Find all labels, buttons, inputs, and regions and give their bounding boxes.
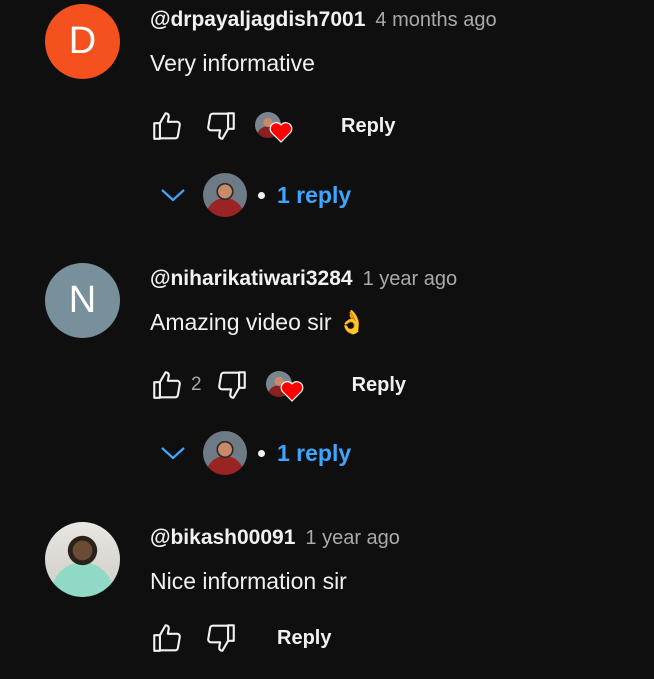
thumb-down-icon [217,371,246,399]
avatar[interactable]: D [45,4,120,79]
thumb-up-icon [153,112,181,140]
dislike-button[interactable] [201,106,241,146]
thumb-down-icon [207,112,235,140]
avatar[interactable]: N [45,263,120,338]
creator-heart-badge [255,106,295,146]
comment-header: @drpayaljagdish7001 4 months ago [150,8,497,32]
comment-text: Nice information sir [150,568,347,594]
reply-count: 1 reply [277,181,352,208]
timestamp[interactable]: 4 months ago [375,9,496,32]
reply-count: 1 reply [277,439,352,466]
comments-section: D @drpayaljagdish7001 4 months ago Very … [0,0,654,679]
dislike-button[interactable] [201,618,241,658]
reply-button[interactable]: Reply [352,374,406,397]
separator-dot [258,449,265,457]
author-name[interactable]: @niharikatiwari3284 [150,267,353,291]
chevron-down-icon [158,180,188,210]
reply-button[interactable]: Reply [341,115,395,138]
creator-heart-badge [265,365,306,405]
comment-actions: Reply [147,618,331,658]
comment-text: Very informative [150,50,315,76]
timestamp[interactable]: 1 year ago [363,268,458,291]
avatar-letter: N [68,279,97,321]
author-name[interactable]: @drpayaljagdish7001 [150,8,365,32]
chevron-down-icon [158,438,188,468]
reply-button[interactable]: Reply [277,627,331,650]
like-button[interactable] [147,365,187,405]
comment-header: @bikash00091 1 year ago [150,526,400,550]
dislike-button[interactable] [212,365,252,405]
reply-author-avatar [203,431,247,475]
comment-header: @niharikatiwari3284 1 year ago [150,267,457,291]
separator-dot [258,191,265,199]
author-name[interactable]: @bikash00091 [150,526,295,550]
heart-icon [269,122,293,143]
comment-actions: 2 Reply [147,365,406,405]
avatar[interactable] [45,522,120,597]
comment-text: Amazing video sir 👌 [150,309,367,335]
like-button[interactable] [147,618,187,658]
thumb-down-icon [207,624,235,652]
view-replies-button[interactable]: 1 reply [158,172,351,218]
comment-actions: Reply [147,106,395,146]
like-count: 2 [191,374,202,395]
heart-icon [280,381,303,402]
thumb-up-icon [153,624,181,652]
timestamp[interactable]: 1 year ago [305,527,400,550]
reply-author-avatar [203,173,247,217]
like-button[interactable] [147,106,187,146]
thumb-up-icon [153,371,181,399]
avatar-letter: D [68,20,97,62]
view-replies-button[interactable]: 1 reply [158,430,351,476]
